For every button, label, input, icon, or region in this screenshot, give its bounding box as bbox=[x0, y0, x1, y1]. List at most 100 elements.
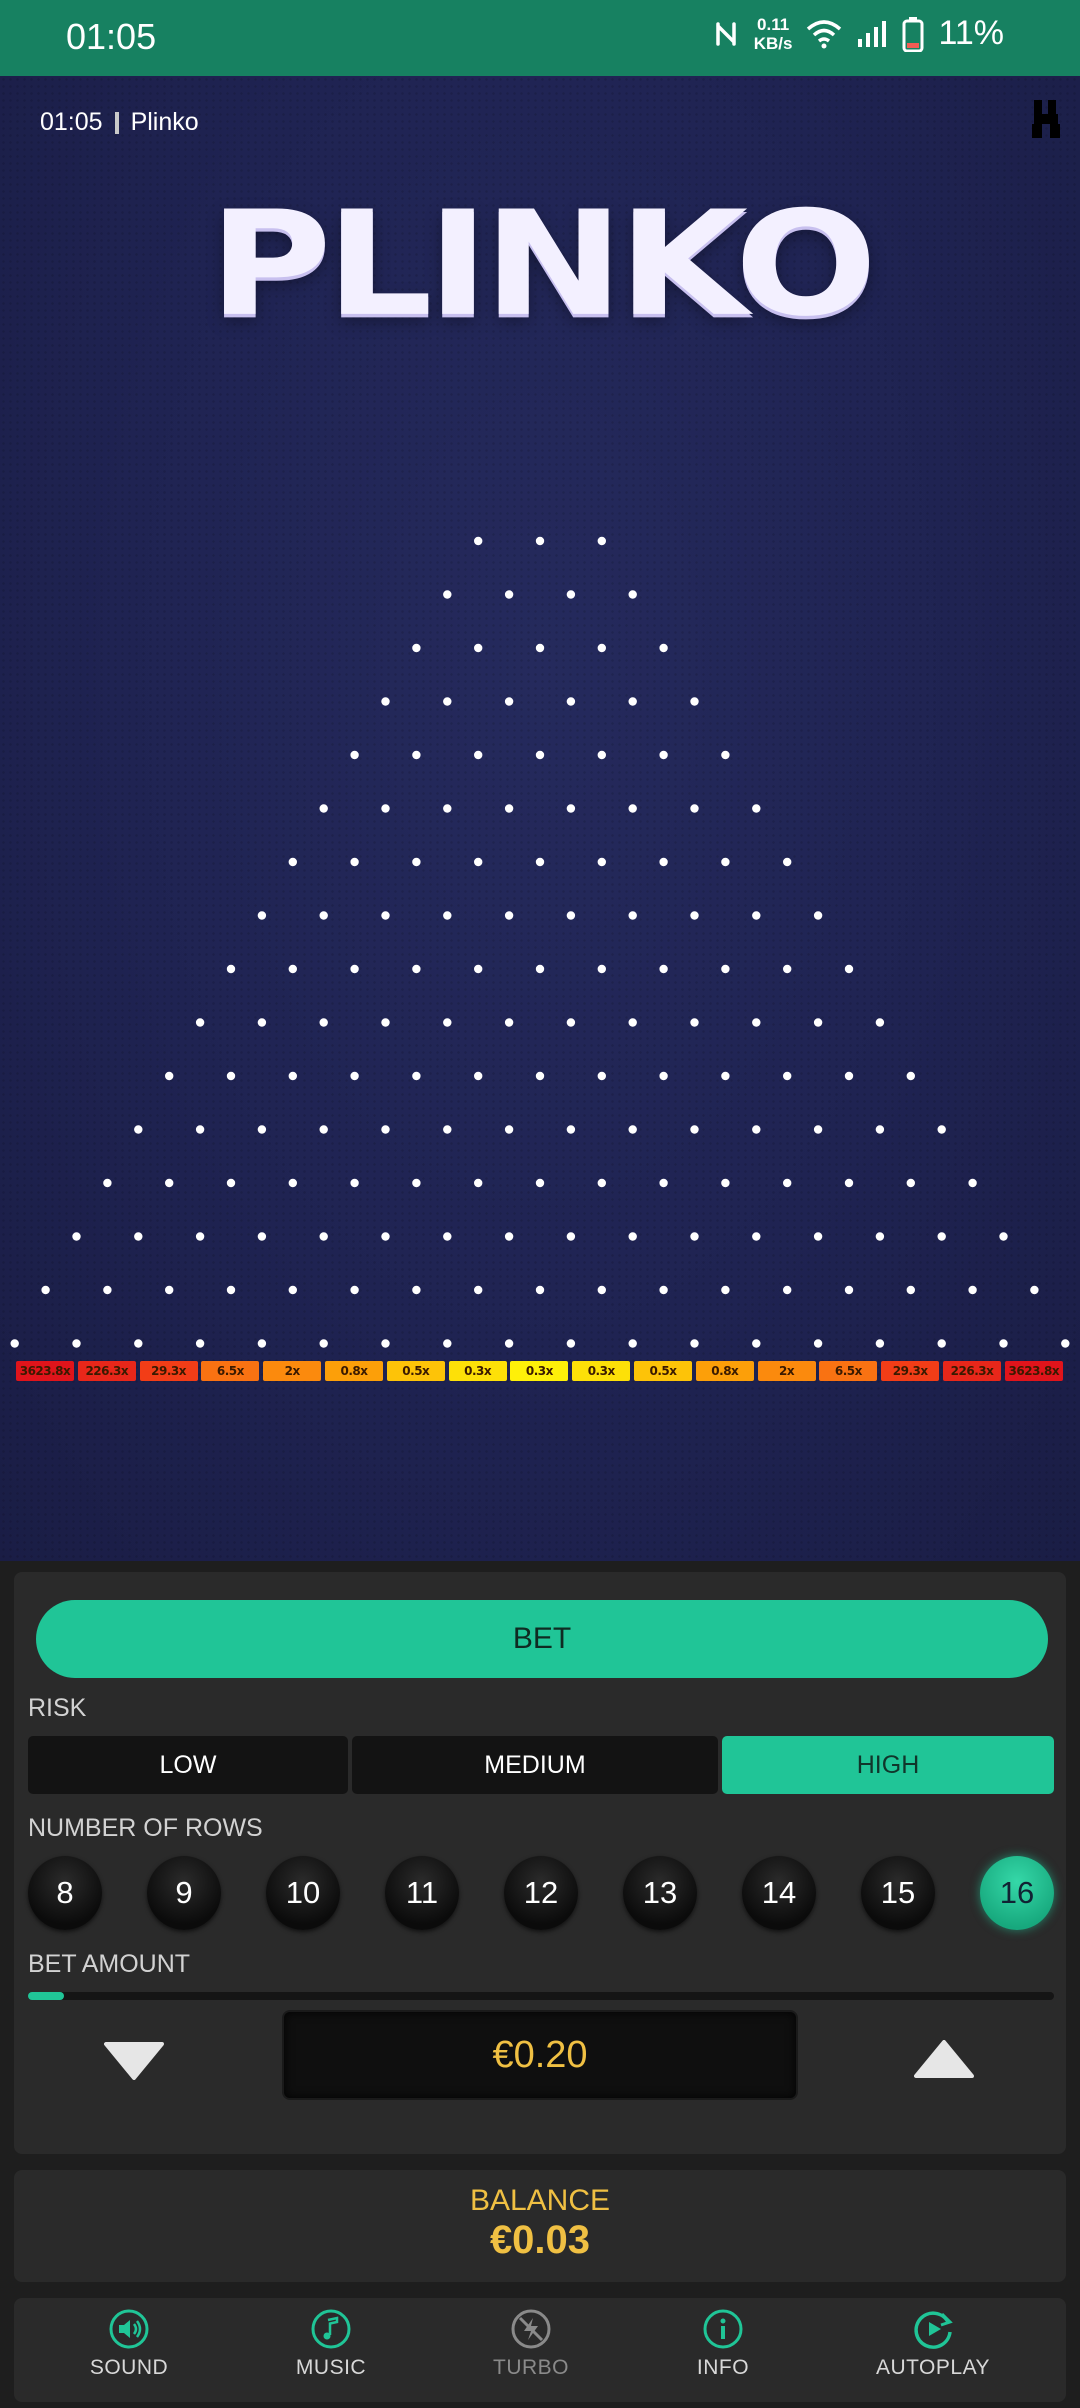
peg bbox=[875, 1339, 885, 1348]
bet-amount-label: BET AMOUNT bbox=[28, 1950, 191, 1978]
peg bbox=[566, 697, 576, 706]
peg bbox=[597, 964, 606, 974]
balance-label: BALANCE bbox=[469, 2184, 611, 2217]
peg bbox=[906, 1285, 915, 1295]
multiplier-slot: 226.3x bbox=[943, 1361, 1001, 1381]
risk-option-medium[interactable]: MEDIUM bbox=[352, 1736, 718, 1794]
bet-amount-value: €0.20 bbox=[284, 2012, 796, 2098]
peg bbox=[257, 1339, 267, 1348]
row-option-9[interactable]: 9 bbox=[147, 1856, 221, 1930]
peg bbox=[350, 750, 359, 760]
multiplier-slot: 3623.8x bbox=[1004, 1361, 1063, 1381]
nfc-icon bbox=[712, 18, 740, 50]
signal-icon bbox=[856, 19, 888, 49]
music-note-icon bbox=[310, 2308, 352, 2350]
peg bbox=[752, 804, 761, 813]
peg bbox=[659, 1071, 668, 1081]
peg bbox=[844, 1178, 854, 1188]
peg bbox=[41, 1285, 50, 1295]
row-option-12[interactable]: 12 bbox=[504, 1856, 578, 1930]
peg bbox=[813, 1339, 823, 1348]
multiplier-slot: 226.3x bbox=[77, 1361, 136, 1381]
peg bbox=[906, 1071, 915, 1081]
row-option-16[interactable]: 16 bbox=[980, 1856, 1054, 1930]
peg bbox=[165, 1285, 174, 1295]
row-option-8[interactable]: 8 bbox=[28, 1856, 102, 1930]
multiplier-slot: 0.5x bbox=[634, 1361, 692, 1381]
sound-label: SOUND bbox=[89, 2356, 169, 2379]
peg bbox=[474, 750, 483, 760]
peg bbox=[257, 911, 267, 920]
multiplier-slot: 0.8x bbox=[695, 1361, 754, 1381]
peg bbox=[999, 1232, 1008, 1241]
autoplay-button[interactable]: AUTOPLAY bbox=[853, 2308, 1013, 2398]
peg bbox=[659, 1285, 668, 1295]
peg bbox=[350, 857, 359, 867]
network-speed-unit: KB/s bbox=[753, 33, 793, 53]
peg-board bbox=[10, 536, 1070, 1348]
peg bbox=[381, 1018, 390, 1027]
music-button[interactable]: MUSIC bbox=[251, 2308, 411, 2398]
control-panel: BET RISK LOW MEDIUM HIGH NUMBER OF ROWS … bbox=[14, 1572, 1066, 2154]
risk-option-high[interactable]: HIGH bbox=[722, 1736, 1054, 1794]
bet-amount-slider-fill bbox=[28, 1992, 64, 2000]
row-option-10[interactable]: 10 bbox=[266, 1856, 340, 1930]
peg bbox=[659, 857, 668, 867]
peg bbox=[504, 911, 514, 920]
autoplay-icon bbox=[912, 2308, 954, 2350]
peg bbox=[412, 964, 421, 974]
peg bbox=[535, 643, 545, 653]
peg bbox=[257, 1125, 267, 1134]
balance-panel: BALANCE €0.03 bbox=[14, 2170, 1066, 2282]
peg bbox=[628, 1232, 637, 1241]
multiplier-slot: 0.3x bbox=[572, 1361, 631, 1381]
peg bbox=[535, 536, 545, 546]
peg bbox=[1061, 1339, 1070, 1348]
peg bbox=[690, 911, 699, 920]
row-option-15[interactable]: 15 bbox=[861, 1856, 935, 1930]
peg bbox=[659, 964, 668, 974]
balance-value: €0.03 bbox=[489, 2218, 591, 2262]
speaker-icon bbox=[108, 2308, 150, 2350]
bet-amount-slider[interactable] bbox=[28, 1992, 1054, 2000]
peg bbox=[628, 804, 637, 813]
peg bbox=[288, 964, 297, 974]
battery-icon bbox=[902, 16, 924, 52]
peg bbox=[134, 1339, 143, 1348]
network-speed: 0.11 KB/s bbox=[754, 15, 793, 53]
peg bbox=[412, 857, 421, 867]
increase-bet-button[interactable] bbox=[914, 2040, 974, 2080]
peg bbox=[813, 1125, 823, 1134]
decrease-bet-button[interactable] bbox=[104, 2040, 164, 2080]
bet-button[interactable]: BET bbox=[36, 1600, 1048, 1678]
peg bbox=[566, 804, 576, 813]
peg bbox=[535, 750, 545, 760]
row-option-13[interactable]: 13 bbox=[623, 1856, 697, 1930]
multiplier-slot: 2x bbox=[757, 1361, 816, 1381]
row-option-14[interactable]: 14 bbox=[742, 1856, 816, 1930]
row-option-11[interactable]: 11 bbox=[385, 1856, 459, 1930]
peg bbox=[134, 1232, 143, 1241]
peg bbox=[783, 1178, 792, 1188]
peg bbox=[752, 911, 761, 920]
peg bbox=[783, 1071, 792, 1081]
peg bbox=[597, 857, 606, 867]
risk-option-low[interactable]: LOW bbox=[28, 1736, 348, 1794]
peg bbox=[783, 964, 792, 974]
multiplier-slot: 6.5x bbox=[819, 1361, 878, 1381]
peg bbox=[535, 857, 545, 867]
peg bbox=[690, 1232, 699, 1241]
peg bbox=[288, 1285, 297, 1295]
peg bbox=[597, 536, 606, 546]
info-button[interactable]: INFO bbox=[643, 2308, 803, 2398]
peg bbox=[566, 1125, 576, 1134]
peg bbox=[752, 1018, 761, 1027]
peg bbox=[412, 750, 421, 760]
peg bbox=[721, 857, 730, 867]
peg bbox=[443, 590, 452, 599]
turbo-button[interactable]: TURBO bbox=[451, 2308, 611, 2398]
sound-button[interactable]: SOUND bbox=[49, 2308, 209, 2398]
peg bbox=[443, 1018, 452, 1027]
peg bbox=[999, 1339, 1008, 1348]
peg bbox=[844, 1285, 854, 1295]
